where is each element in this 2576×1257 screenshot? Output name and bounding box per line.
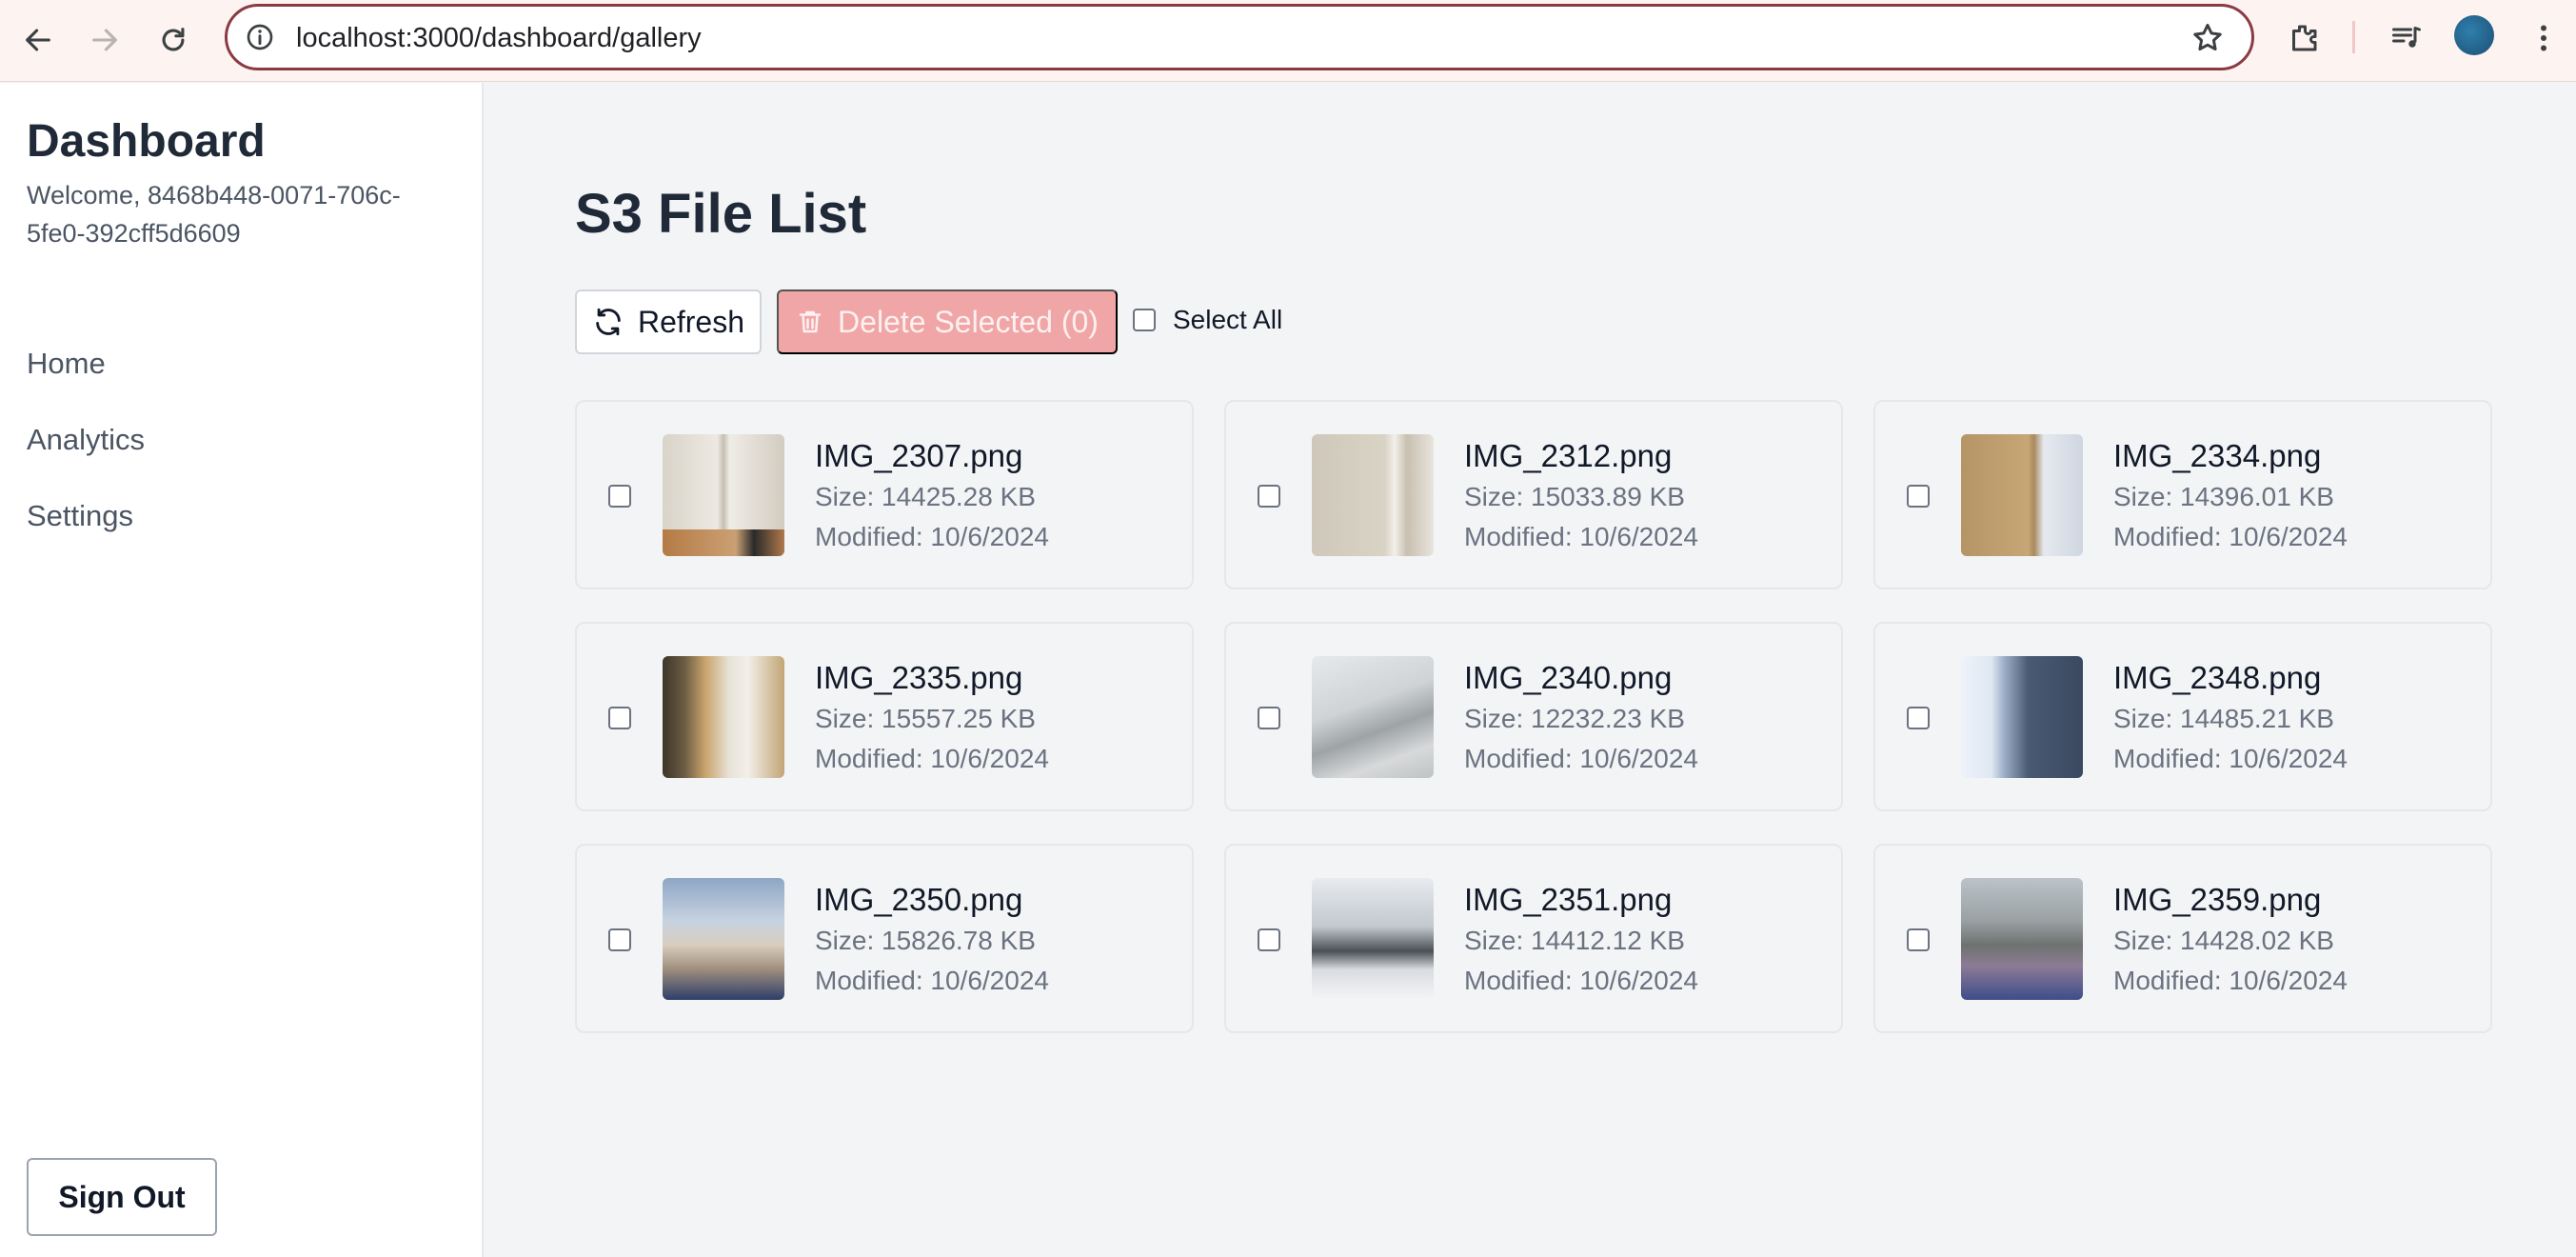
sidebar-item-home[interactable]: Home [27, 347, 106, 381]
select-all-control[interactable]: Select All [1133, 305, 1282, 335]
select-all-label: Select All [1173, 305, 1283, 334]
file-thumbnail [1312, 878, 1434, 1000]
delete-label: Delete Selected (0) [838, 304, 1099, 339]
sidebar-item-settings[interactable]: Settings [27, 499, 133, 533]
file-checkbox[interactable] [608, 485, 631, 508]
back-icon[interactable] [15, 17, 61, 63]
refresh-label: Refresh [637, 304, 745, 339]
file-size: Size: 15557.25 KB [815, 704, 1036, 733]
delete-selected-button[interactable]: Delete Selected (0) [777, 289, 1118, 354]
forward-icon[interactable] [82, 17, 128, 63]
trash-icon [799, 310, 822, 333]
star-icon[interactable] [2190, 21, 2225, 55]
file-thumbnail [1961, 434, 2083, 556]
file-size: Size: 14428.02 KB [2113, 926, 2334, 955]
address-bar[interactable]: localhost:3000/dashboard/gallery [225, 4, 2254, 70]
file-size: Size: 14396.01 KB [2113, 482, 2334, 511]
file-name: IMG_2312.png [1464, 438, 1673, 473]
file-card[interactable]: IMG_2359.png Size: 14428.02 KB Modified:… [1873, 844, 2492, 1033]
file-name: IMG_2340.png [1464, 660, 1673, 695]
file-name: IMG_2348.png [2113, 660, 2322, 695]
file-modified: Modified: 10/6/2024 [2113, 966, 2348, 995]
file-name: IMG_2307.png [815, 438, 1023, 473]
media-icon[interactable] [2386, 17, 2427, 59]
sidebar: Dashboard Welcome, 8468b448-0071-706c-5f… [0, 83, 484, 1257]
sign-out-button[interactable]: Sign Out [27, 1158, 217, 1236]
sidebar-title: Dashboard [27, 116, 266, 167]
welcome-text: Welcome, 8468b448-0071-706c-5fe0-392cff5… [27, 181, 401, 248]
toolbar-divider [2352, 21, 2355, 53]
file-size: Size: 12232.23 KB [1464, 704, 1685, 733]
main-content: S3 File List Refresh Delete Selected (0)… [485, 83, 2576, 1257]
select-all-checkbox[interactable] [1133, 309, 1156, 331]
file-name: IMG_2350.png [815, 882, 1023, 917]
file-checkbox[interactable] [1258, 485, 1280, 508]
file-checkbox[interactable] [1907, 707, 1930, 729]
file-grid: IMG_2307.png Size: 14425.28 KB Modified:… [575, 400, 2492, 1033]
file-modified: Modified: 10/6/2024 [2113, 744, 2348, 773]
page-title: S3 File List [575, 183, 867, 245]
file-name: IMG_2359.png [2113, 882, 2322, 917]
file-checkbox[interactable] [608, 928, 631, 951]
file-card[interactable]: IMG_2351.png Size: 14412.12 KB Modified:… [1224, 844, 1843, 1033]
url-text[interactable]: localhost:3000/dashboard/gallery [296, 23, 702, 54]
extensions-icon[interactable] [2283, 17, 2325, 59]
file-thumbnail [1312, 434, 1434, 556]
refresh-icon [596, 308, 621, 336]
reload-icon[interactable] [150, 17, 196, 63]
refresh-button[interactable]: Refresh [575, 289, 762, 354]
file-checkbox[interactable] [608, 707, 631, 729]
file-size: Size: 14412.12 KB [1464, 926, 1685, 955]
file-name: IMG_2334.png [2113, 438, 2322, 473]
file-card[interactable]: IMG_2350.png Size: 15826.78 KB Modified:… [575, 844, 1194, 1033]
file-checkbox[interactable] [1907, 928, 1930, 951]
file-size: Size: 14425.28 KB [815, 482, 1036, 511]
file-thumbnail [1961, 656, 2083, 778]
avatar[interactable] [2454, 15, 2494, 55]
file-card[interactable]: IMG_2334.png Size: 14396.01 KB Modified:… [1873, 400, 2492, 589]
file-thumbnail [663, 656, 784, 778]
file-thumbnail [1312, 656, 1434, 778]
file-modified: Modified: 10/6/2024 [815, 966, 1049, 995]
file-card[interactable]: IMG_2307.png Size: 14425.28 KB Modified:… [575, 400, 1194, 589]
file-thumbnail [1961, 878, 2083, 1000]
file-card[interactable]: IMG_2348.png Size: 14485.21 KB Modified:… [1873, 622, 2492, 811]
info-icon[interactable] [245, 22, 275, 52]
file-thumbnail [663, 434, 784, 556]
file-modified: Modified: 10/6/2024 [1464, 966, 1698, 995]
file-card[interactable]: IMG_2340.png Size: 12232.23 KB Modified:… [1224, 622, 1843, 811]
file-checkbox[interactable] [1258, 928, 1280, 951]
file-size: Size: 15033.89 KB [1464, 482, 1685, 511]
browser-toolbar: localhost:3000/dashboard/gallery [0, 0, 2576, 82]
sidebar-item-analytics[interactable]: Analytics [27, 423, 145, 457]
file-card[interactable]: IMG_2335.png Size: 15557.25 KB Modified:… [575, 622, 1194, 811]
file-checkbox[interactable] [1907, 485, 1930, 508]
file-modified: Modified: 10/6/2024 [815, 744, 1049, 773]
menu-icon[interactable] [2523, 17, 2565, 59]
file-thumbnail [663, 878, 784, 1000]
file-checkbox[interactable] [1258, 707, 1280, 729]
file-name: IMG_2351.png [1464, 882, 1673, 917]
file-modified: Modified: 10/6/2024 [815, 522, 1049, 551]
file-card[interactable]: IMG_2312.png Size: 15033.89 KB Modified:… [1224, 400, 1843, 589]
file-size: Size: 15826.78 KB [815, 926, 1036, 955]
file-size: Size: 14485.21 KB [2113, 704, 2334, 733]
file-modified: Modified: 10/6/2024 [1464, 744, 1698, 773]
file-modified: Modified: 10/6/2024 [2113, 522, 2348, 551]
file-modified: Modified: 10/6/2024 [1464, 522, 1698, 551]
file-name: IMG_2335.png [815, 660, 1023, 695]
